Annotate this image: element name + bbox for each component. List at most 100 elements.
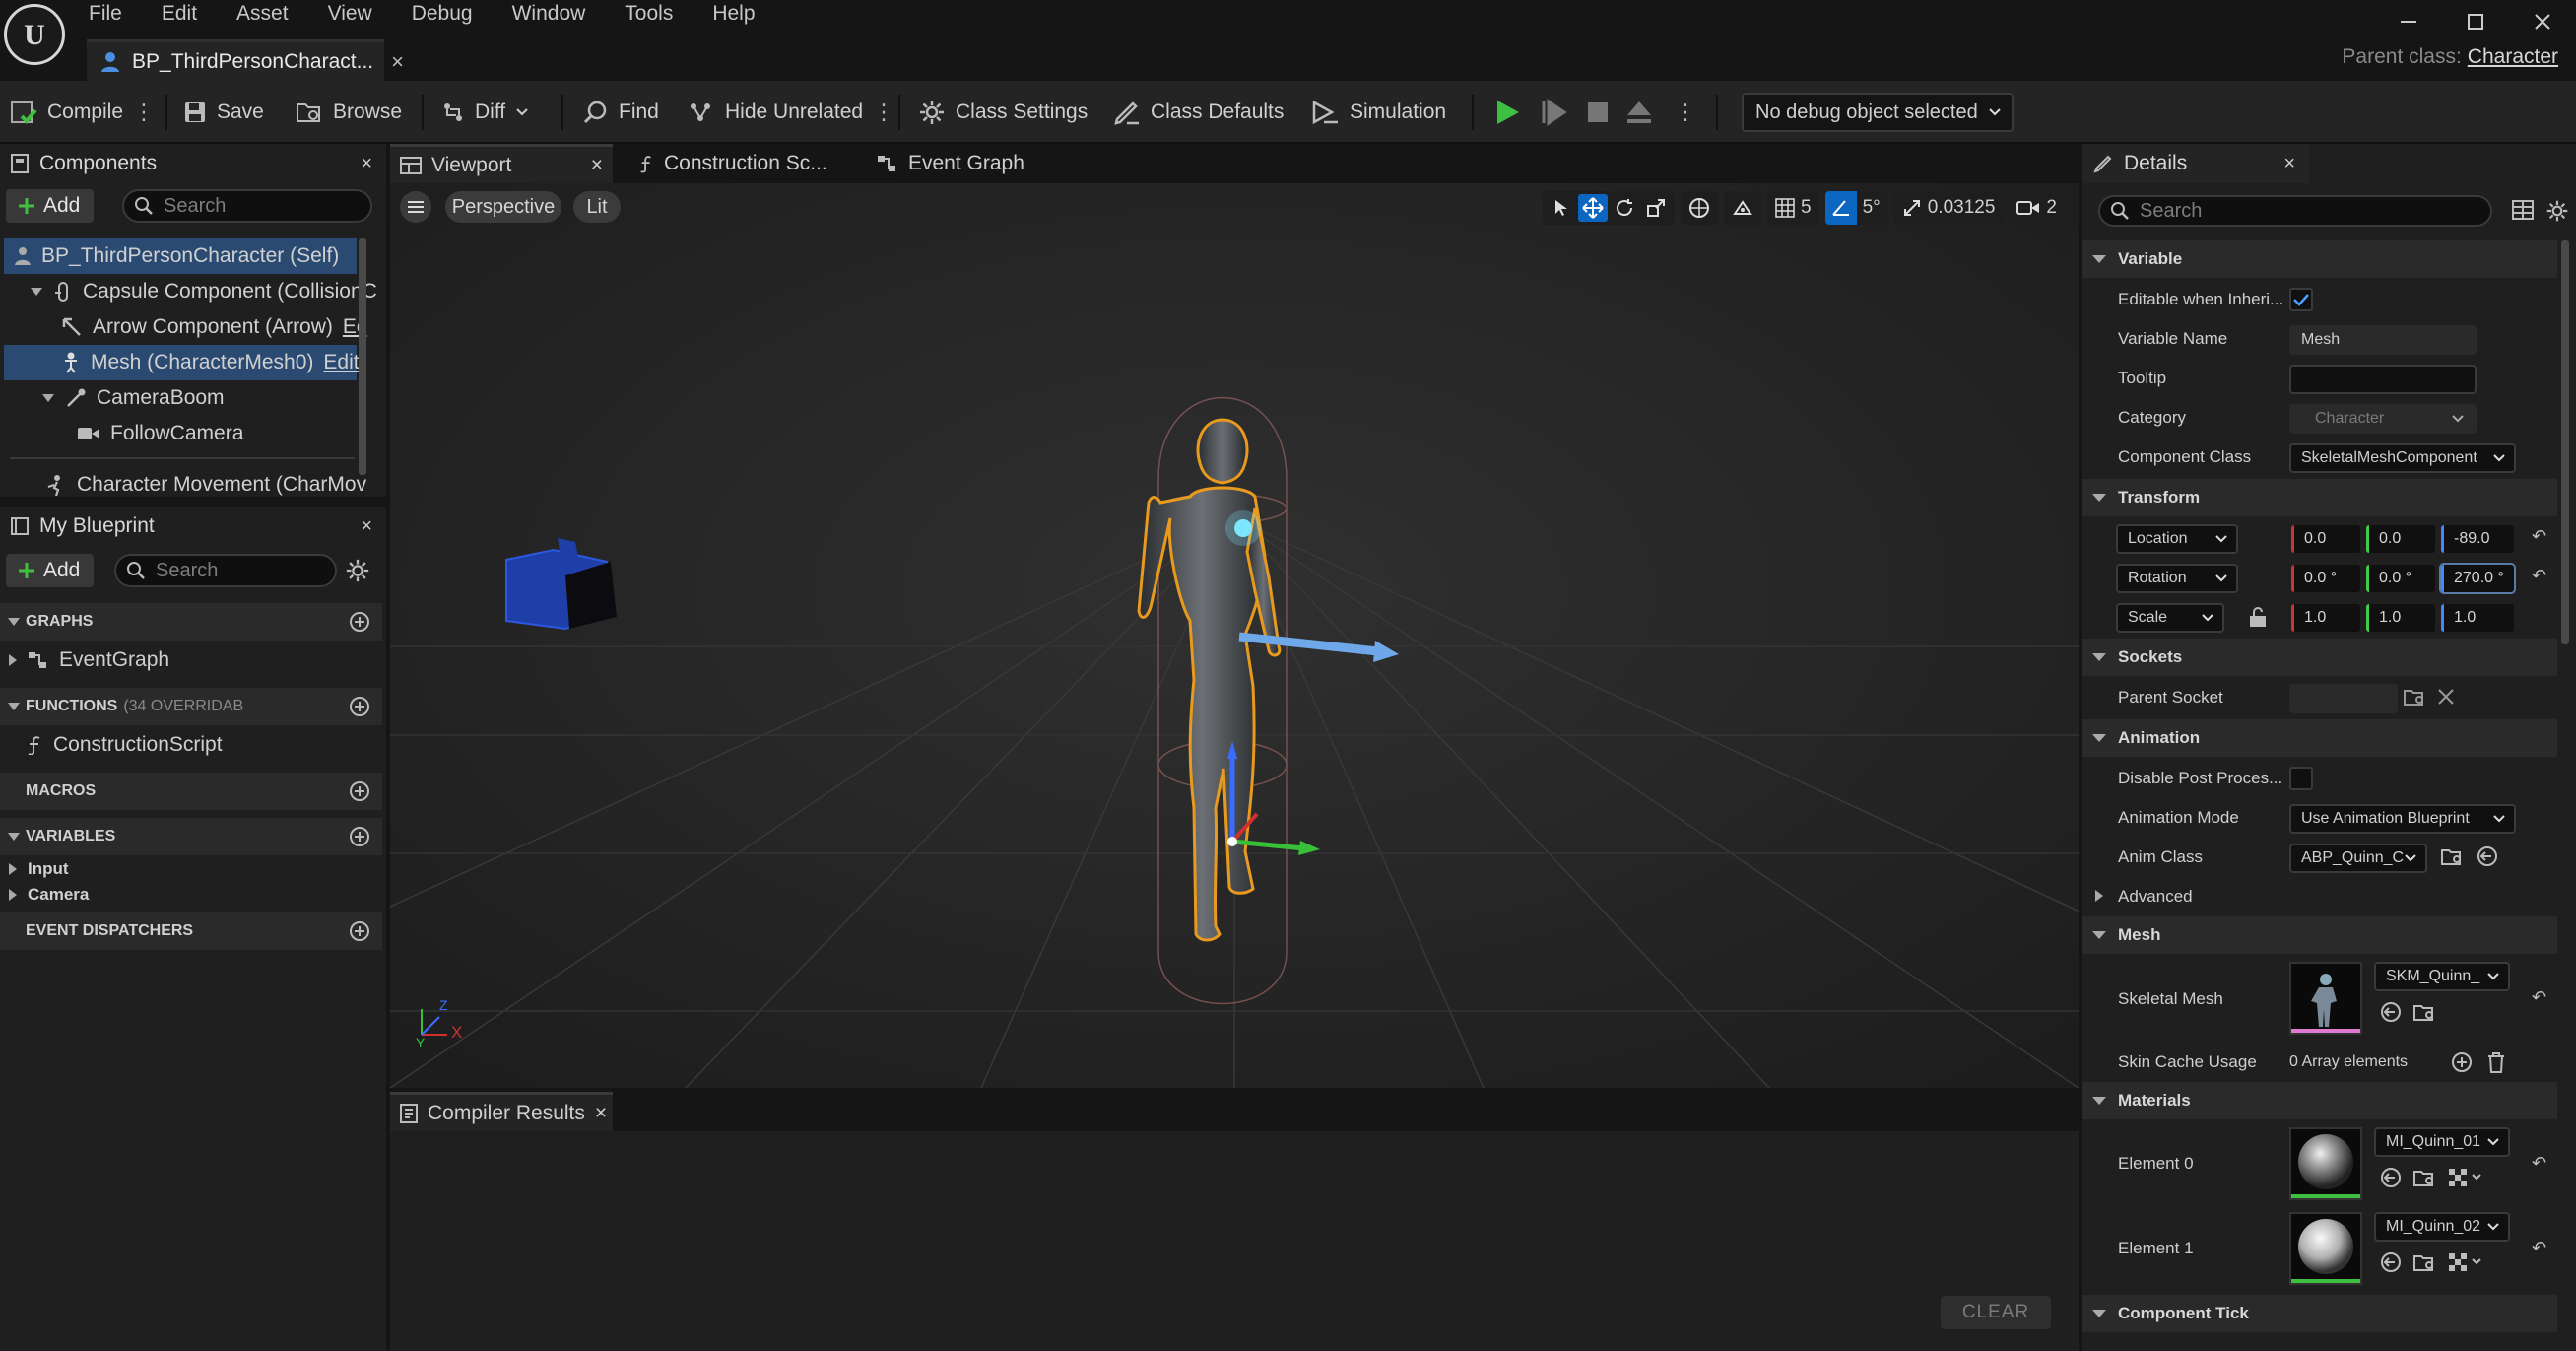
tab-construction-script[interactable]: Construction Sc...	[628, 144, 827, 183]
macros-section[interactable]: MACROS	[0, 773, 382, 810]
functions-section[interactable]: FUNCTIONS (34 OVERRIDAB	[0, 688, 382, 725]
diff-button[interactable]: Diff	[441, 81, 529, 144]
reset-to-default-icon[interactable]: ↶	[2532, 526, 2546, 547]
eject-button[interactable]	[1625, 81, 1653, 144]
details-search-input[interactable]: Search	[2098, 195, 2492, 227]
menu-tools[interactable]: Tools	[625, 0, 691, 28]
use-selected-icon[interactable]	[2477, 845, 2498, 867]
reset-to-default-icon[interactable]: ↶	[2532, 1153, 2546, 1174]
variables-section[interactable]: VARIABLES	[0, 818, 382, 855]
browse-anim-class-icon[interactable]	[2441, 847, 2465, 867]
add-member-button[interactable]: Add	[6, 554, 95, 587]
close-tab-icon[interactable]: ×	[391, 49, 404, 75]
material-1-thumbnail[interactable]	[2289, 1212, 2362, 1285]
rotation-x-input[interactable]: 0.0 °	[2291, 565, 2360, 592]
details-section-transform[interactable]: Transform	[2082, 479, 2557, 516]
stop-button[interactable]	[1586, 81, 1610, 144]
location-mode-combo[interactable]: Location	[2116, 524, 2238, 554]
debug-object-select[interactable]: No debug object selected	[1742, 93, 2014, 132]
menu-edit[interactable]: Edit	[162, 0, 215, 28]
angle-icon[interactable]	[1824, 191, 1857, 225]
disable-post-process-checkbox[interactable]	[2289, 767, 2313, 790]
reset-to-default-icon[interactable]: ↶	[2532, 1238, 2546, 1258]
use-selected-icon[interactable]	[2380, 1167, 2402, 1188]
rotation-mode-combo[interactable]: Rotation	[2116, 564, 2238, 593]
location-y-input[interactable]: 0.0	[2366, 525, 2435, 553]
close-panel-icon[interactable]: ×	[361, 515, 372, 538]
close-panel-icon[interactable]: ×	[2283, 153, 2295, 175]
my-blueprint-search-input[interactable]: Search	[114, 554, 337, 587]
maximize-button[interactable]	[2442, 0, 2509, 43]
scale-y-input[interactable]: 1.0	[2366, 604, 2435, 632]
minimize-button[interactable]	[2375, 0, 2442, 43]
lock-icon[interactable]	[2248, 606, 2268, 628]
location-x-input[interactable]: 0.0	[2291, 525, 2360, 553]
menu-debug[interactable]: Debug	[412, 0, 491, 28]
function-item-construction-script[interactable]: ConstructionScript	[26, 727, 223, 763]
tree-item-self[interactable]: BP_ThirdPersonCharacter (Self)	[14, 238, 339, 274]
material-0-thumbnail[interactable]	[2289, 1127, 2362, 1200]
menu-asset[interactable]: Asset	[236, 0, 306, 28]
camera-speed-button[interactable]: 2	[2009, 191, 2065, 225]
row-advanced[interactable]: Advanced	[2082, 877, 2557, 916]
surface-snap-icon[interactable]	[1723, 191, 1761, 225]
grid-snap-toggle[interactable]: 5	[1766, 191, 1819, 225]
compile-button[interactable]: Compile ⋮	[10, 81, 155, 144]
graph-item-eventgraph[interactable]: EventGraph	[8, 642, 169, 678]
browse-socket-icon[interactable]	[2404, 688, 2427, 708]
details-section-materials[interactable]: Materials	[2082, 1082, 2557, 1119]
scale-x-input[interactable]: 1.0	[2291, 604, 2360, 632]
details-section-mesh[interactable]: Mesh	[2082, 916, 2557, 954]
close-tab-icon[interactable]: ×	[591, 154, 603, 177]
graphs-section[interactable]: GRAPHS	[0, 603, 382, 641]
details-section-component-tick[interactable]: Component Tick	[2082, 1295, 2557, 1332]
browse-asset-icon[interactable]	[2413, 1169, 2437, 1188]
anim-class-combo[interactable]: ABP_Quinn_C	[2289, 844, 2427, 873]
hide-unrelated-button[interactable]: Hide Unrelated ⋮	[688, 81, 894, 144]
compile-options-icon[interactable]: ⋮	[133, 100, 155, 125]
tab-viewport[interactable]: Viewport ×	[390, 144, 613, 183]
document-tab[interactable]: BP_ThirdPersonCharact... ×	[87, 39, 404, 81]
close-window-button[interactable]	[2509, 0, 2576, 43]
viewport-3d[interactable]: Perspective Lit 5 5° 0.03125 2 X Y Z	[390, 183, 2079, 1088]
play-options-button[interactable]: ⋮	[1675, 81, 1696, 144]
save-button[interactable]: Save	[183, 81, 264, 144]
add-variable-icon[interactable]	[349, 826, 370, 847]
menu-window[interactable]: Window	[512, 0, 604, 28]
reset-to-default-icon[interactable]: ↶	[2532, 987, 2546, 1008]
variable-category-camera[interactable]: Camera	[8, 881, 89, 909]
menu-file[interactable]: File	[89, 0, 140, 28]
translate-icon[interactable]	[1577, 194, 1608, 222]
clear-button[interactable]: CLEAR	[1941, 1296, 2051, 1329]
component-class-combo[interactable]: SkeletalMeshComponent	[2289, 443, 2516, 473]
browse-button[interactable]: Browse	[296, 81, 402, 144]
skeletal-mesh-combo[interactable]: SKM_Quinn_	[2374, 962, 2510, 991]
details-section-variable[interactable]: Variable	[2082, 240, 2557, 278]
trash-icon[interactable]	[2486, 1051, 2506, 1073]
select-icon[interactable]	[1547, 194, 1576, 222]
expand-arrow-icon[interactable]	[41, 392, 55, 404]
scale-z-input[interactable]: 1.0	[2441, 604, 2514, 632]
details-scrollbar[interactable]	[2561, 240, 2569, 644]
expand-arrow-icon[interactable]	[30, 286, 43, 298]
tree-item-arrow[interactable]: Arrow Component (Arrow) Ec	[61, 309, 366, 345]
details-section-sockets[interactable]: Sockets	[2082, 639, 2557, 676]
animation-mode-combo[interactable]: Use Animation Blueprint	[2289, 804, 2516, 834]
tab-compiler-results[interactable]: Compiler Results ×	[390, 1092, 613, 1131]
grid-size-value[interactable]: 5	[1801, 197, 1812, 219]
components-tab[interactable]: Components ×	[0, 144, 386, 183]
class-settings-button[interactable]: Class Settings	[918, 81, 1088, 144]
my-blueprint-tab[interactable]: My Blueprint ×	[0, 507, 386, 546]
skeletal-mesh-thumbnail[interactable]	[2289, 962, 2362, 1035]
perspective-button[interactable]: Perspective	[445, 191, 561, 223]
add-element-icon[interactable]	[2451, 1051, 2473, 1073]
gear-icon[interactable]	[2545, 199, 2569, 223]
variable-name-input[interactable]: Mesh	[2289, 325, 2477, 355]
viewport-options-button[interactable]	[400, 191, 431, 223]
unreal-logo[interactable]: U	[4, 4, 65, 65]
rotation-y-input[interactable]: 0.0 °	[2366, 565, 2435, 592]
material-1-combo[interactable]: MI_Quinn_02	[2374, 1212, 2510, 1242]
tree-item-capsule[interactable]: Capsule Component (CollisionC	[30, 274, 377, 309]
details-tab[interactable]: Details ×	[2082, 144, 2309, 183]
reset-to-default-icon[interactable]: ↶	[2532, 566, 2546, 586]
